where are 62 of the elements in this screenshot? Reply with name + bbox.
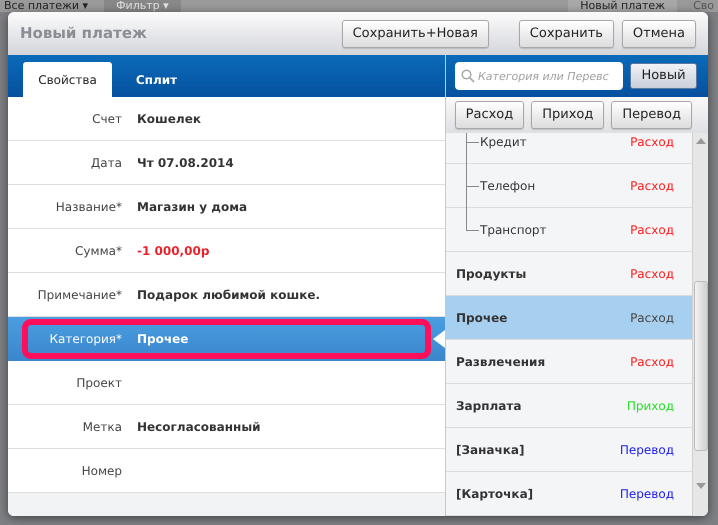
category-name: Продукты	[456, 266, 528, 282]
dialog-title: Новый платеж	[20, 23, 148, 44]
form-row[interactable]: Дата Чт 07.08.2014	[8, 141, 445, 185]
category-name: Зарплата	[456, 398, 522, 414]
category-name: Телефон	[480, 178, 536, 194]
all-payments-menu[interactable]: Все платежи ▾	[4, 0, 88, 12]
search-icon	[461, 69, 475, 83]
field-label: Название*	[54, 198, 122, 216]
field-value: Несогласованный	[137, 418, 261, 436]
cut-label: Сво	[693, 0, 714, 12]
field-label: Категория*	[48, 331, 122, 348]
category-name: Кредит	[480, 134, 528, 150]
category-row[interactable]: Транспорт Расход	[446, 208, 692, 252]
category-type: Расход	[630, 266, 674, 282]
category-row[interactable]: Прочее Расход	[446, 296, 692, 340]
category-type: Расход	[630, 354, 674, 370]
category-type: Расход	[630, 178, 674, 194]
category-name: [Карточка]	[456, 486, 534, 502]
field-value: -1 000,00р	[137, 242, 210, 260]
field-label: Проект	[75, 374, 122, 392]
category-type: Расход	[630, 222, 674, 238]
type-filter-button[interactable]: Перевод	[611, 101, 692, 129]
field-label: Примечание*	[36, 286, 122, 304]
new-category-button[interactable]: Новый	[630, 63, 697, 89]
category-type: Расход	[630, 310, 674, 326]
dialog-button[interactable]: Сохранить+Новая	[342, 20, 489, 48]
field-value: Кошелек	[137, 110, 202, 128]
form-row[interactable]: Метка Несогласованный	[8, 405, 445, 449]
field-value: Подарок любимой кошке.	[137, 286, 320, 304]
category-name: Развлечения	[456, 354, 546, 370]
tab[interactable]: Сплит	[112, 62, 201, 97]
search-field[interactable]: Категория или Перевс	[455, 62, 623, 90]
type-filter-button[interactable]: Расход	[454, 101, 524, 129]
field-label: Номер	[80, 462, 122, 480]
field-value: Прочее	[137, 331, 188, 348]
field-label: Метка	[82, 418, 122, 436]
scroll-thumb[interactable]	[694, 281, 708, 451]
form-row[interactable]: Счет Кошелек	[8, 97, 445, 141]
category-type: Перевод	[620, 486, 674, 502]
category-name: [Заначка]	[456, 442, 526, 458]
category-type: Приход	[626, 398, 674, 414]
field-value: Магазин у дома	[137, 198, 248, 216]
tab[interactable]: Свойства	[23, 62, 112, 97]
dialog-button[interactable]: Отмена	[622, 20, 696, 48]
field-label: Сумма*	[74, 242, 122, 260]
dialog-button[interactable]: Сохранить	[518, 20, 614, 48]
scrollbar[interactable]	[692, 133, 708, 516]
field-value: Чт 07.08.2014	[137, 154, 234, 172]
new-payment-button[interactable]: Новый платеж	[568, 0, 678, 12]
category-type: Перевод	[620, 442, 674, 458]
category-row[interactable]: Телефон Расход	[446, 164, 692, 208]
category-name: Транспорт	[480, 222, 548, 238]
category-row[interactable]: Кредит Расход	[446, 133, 692, 164]
tree-connector	[466, 133, 480, 164]
form-row[interactable]: Сумма* -1 000,00р	[8, 229, 445, 273]
form-row[interactable]: Проект	[8, 361, 445, 405]
field-label: Счет	[91, 110, 122, 128]
type-filter-button[interactable]: Приход	[531, 101, 604, 129]
form-row[interactable]: Название* Магазин у дома	[8, 185, 445, 229]
category-type: Расход	[630, 134, 674, 150]
category-name: Прочее	[456, 310, 508, 326]
field-label: Дата	[90, 154, 122, 172]
